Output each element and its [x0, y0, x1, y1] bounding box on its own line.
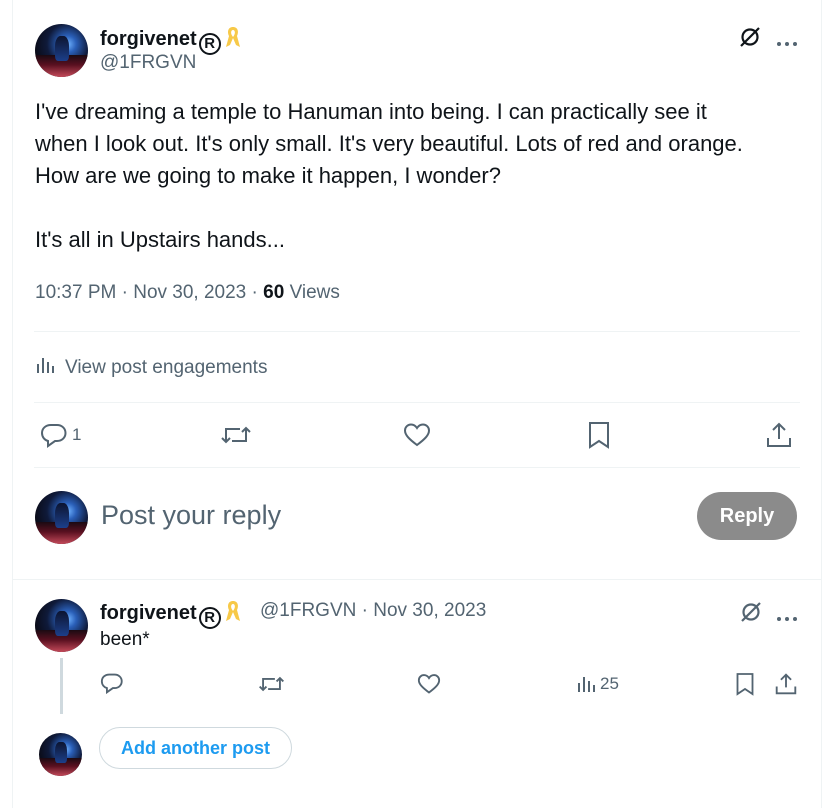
analytics-icon	[576, 674, 596, 694]
analytics-icon	[35, 355, 55, 381]
section-divider	[13, 579, 821, 580]
reply-input[interactable]: Post your reply	[101, 500, 281, 531]
reply-bookmark-button[interactable]	[735, 672, 755, 696]
reply-repost-button[interactable]	[258, 673, 285, 695]
reply-views[interactable]: 25	[576, 674, 619, 694]
more-icon[interactable]	[776, 34, 798, 52]
views-count: 60	[263, 282, 285, 303]
view-engagements-link[interactable]: View post engagements	[35, 355, 267, 381]
like-icon	[417, 673, 441, 695]
reply-text: been*	[100, 629, 150, 650]
share-icon	[766, 421, 792, 449]
reply-icon	[40, 422, 68, 448]
registered-mark: R	[198, 33, 221, 55]
share-button[interactable]	[766, 421, 792, 449]
like-button[interactable]	[403, 422, 431, 448]
repost-button[interactable]	[220, 422, 252, 448]
bookmark-button[interactable]	[587, 421, 611, 449]
author-avatar[interactable]	[35, 24, 88, 77]
like-icon	[403, 422, 431, 448]
more-icon[interactable]	[776, 609, 798, 627]
post-text: I've dreaming a temple to Hanuman into b…	[35, 96, 805, 256]
reply-reply-button[interactable]	[100, 672, 124, 694]
reply-handle-date[interactable]: @1FRGVN · Nov 30, 2023	[260, 600, 486, 622]
bookmark-icon	[735, 672, 755, 696]
reply-button[interactable]: 1	[40, 422, 81, 448]
author-name[interactable]: forgivenet R	[100, 25, 242, 55]
bookmark-icon	[587, 421, 611, 449]
add-another-post-button[interactable]: Add another post	[99, 727, 292, 769]
post-text-line: How are we going to make it happen, I wo…	[35, 163, 501, 188]
awareness-ribbon-icon	[224, 599, 242, 629]
thread-connector	[60, 658, 63, 714]
reply-views-count: 25	[600, 674, 619, 693]
my-avatar[interactable]	[35, 491, 88, 544]
share-icon	[775, 672, 797, 696]
reply-submit-button[interactable]: Reply	[697, 492, 797, 540]
grok-icon[interactable]	[738, 25, 762, 54]
post-date[interactable]: Nov 30, 2023	[133, 282, 246, 303]
grok-icon[interactable]	[739, 600, 763, 629]
views-label: Views	[289, 282, 340, 303]
post-time[interactable]: 10:37 PM	[35, 282, 116, 303]
repost-icon	[258, 673, 285, 695]
reply-count: 1	[72, 425, 82, 444]
repost-icon	[220, 422, 252, 448]
author-handle[interactable]: @1FRGVN	[100, 52, 196, 74]
reply-share-button[interactable]	[775, 672, 797, 696]
reply-author-name[interactable]: forgivenet R	[100, 599, 242, 629]
awareness-ribbon-icon	[224, 25, 242, 55]
post-text-line: It's all in Upstairs hands...	[35, 227, 285, 252]
post-text-line: I've dreaming a temple to Hanuman into b…	[35, 99, 707, 124]
reply-icon	[100, 672, 124, 694]
reply-like-button[interactable]	[417, 673, 441, 695]
my-avatar[interactable]	[39, 733, 82, 776]
divider	[34, 467, 800, 468]
registered-mark: R	[198, 607, 221, 629]
reply-author-avatar[interactable]	[35, 599, 88, 652]
post-meta: 10:37 PM · Nov 30, 2023 · 60 Views	[35, 282, 340, 303]
divider	[34, 331, 800, 332]
post-text-line: when I look out. It's only small. It's v…	[35, 131, 743, 156]
divider	[34, 402, 800, 403]
